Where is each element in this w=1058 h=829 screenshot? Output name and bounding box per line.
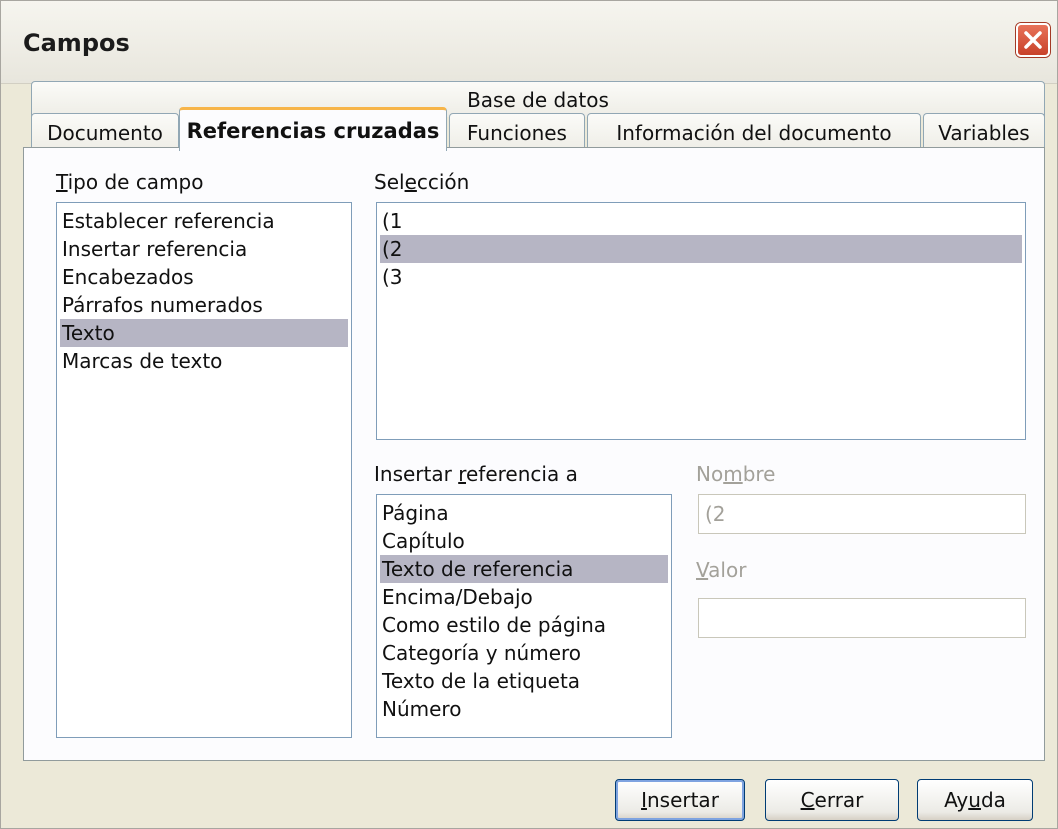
name-label: Nombre xyxy=(696,462,776,486)
field-type-item[interactable]: Texto xyxy=(60,319,348,347)
insert-button[interactable]: Insertar xyxy=(615,779,745,821)
close-icon xyxy=(1024,31,1042,49)
help-button[interactable]: Ay u da xyxy=(917,779,1033,821)
field-type-label: Tipo de campo xyxy=(56,170,204,194)
name-field[interactable]: (2 xyxy=(698,494,1026,534)
field-type-item[interactable]: Insertar referencia xyxy=(60,235,348,263)
selection-item[interactable]: (1 xyxy=(380,207,1022,235)
tab-functions[interactable]: Funciones xyxy=(449,113,585,151)
value-label: Valor xyxy=(696,558,747,582)
selection-label: Selección xyxy=(374,170,470,194)
selection-item[interactable]: (3 xyxy=(380,263,1022,291)
field-type-item[interactable]: Encabezados xyxy=(60,263,348,291)
insert-reference-label: Insertar referencia a xyxy=(374,462,578,486)
insert-reference-item[interactable]: Encima/Debajo xyxy=(380,583,668,611)
insert-reference-item[interactable]: Número xyxy=(380,695,668,723)
insert-reference-item[interactable]: Página xyxy=(380,499,668,527)
window-title: Campos xyxy=(23,29,130,57)
tab-document-info[interactable]: Información del documento xyxy=(587,113,921,151)
insert-reference-item[interactable]: Texto de la etiqueta xyxy=(380,667,668,695)
close-button[interactable]: Cerrar xyxy=(765,779,899,821)
field-type-list[interactable]: Establecer referencia Insertar referencia… xyxy=(56,202,352,738)
cross-references-panel: Tipo de campo Establecer referencia Inser… xyxy=(23,147,1045,761)
value-field[interactable] xyxy=(698,598,1026,638)
insert-reference-item[interactable]: Categoría y número xyxy=(380,639,668,667)
field-type-item[interactable]: Párrafos numerados xyxy=(60,291,348,319)
selection-list[interactable]: (1 (2 (3 xyxy=(376,202,1026,440)
insert-reference-item[interactable]: Capítulo xyxy=(380,527,668,555)
tab-document[interactable]: Documento xyxy=(31,113,179,151)
insert-reference-item[interactable]: Como estilo de página xyxy=(380,611,668,639)
insert-reference-item[interactable]: Texto de referencia xyxy=(380,555,668,583)
tab-variables[interactable]: Variables xyxy=(923,113,1045,151)
field-type-item[interactable]: Establecer referencia xyxy=(60,207,348,235)
insert-reference-list[interactable]: Página Capítulo Texto de referencia Encima/… xyxy=(376,494,672,738)
close-window-button[interactable] xyxy=(1016,23,1050,57)
title-bar[interactable]: Campos xyxy=(1,1,1057,84)
field-type-item[interactable]: Marcas de texto xyxy=(60,347,348,375)
selection-item[interactable]: (2 xyxy=(380,235,1022,263)
tab-cross-references[interactable]: Referencias cruzadas xyxy=(179,107,447,151)
fields-dialog: Campos Base de datos Documento Referenci… xyxy=(0,0,1058,829)
